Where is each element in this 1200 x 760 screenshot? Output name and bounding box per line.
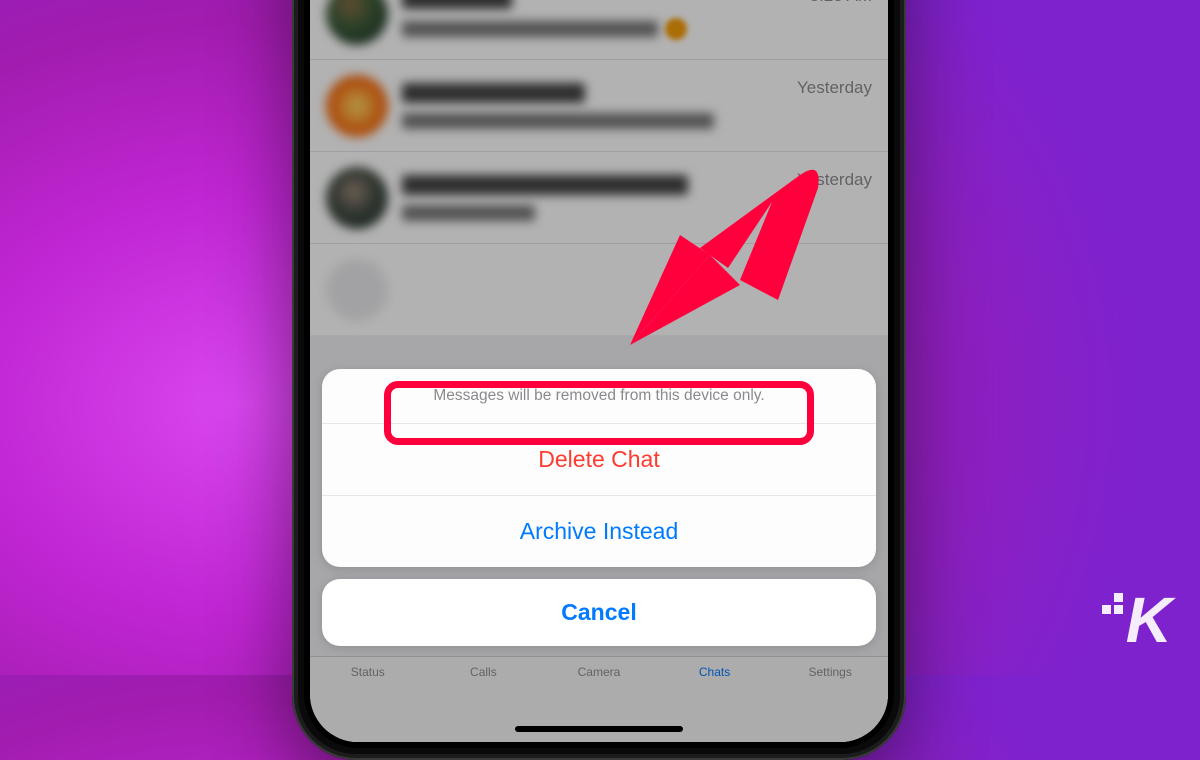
phone-frame: 8:23 AM Yesterday Yesterda (292, 0, 906, 760)
watermark-logo: K (1126, 583, 1170, 657)
cancel-button[interactable]: Cancel (322, 579, 876, 646)
phone-screen: 8:23 AM Yesterday Yesterda (310, 0, 888, 742)
archive-instead-button[interactable]: Archive Instead (322, 496, 876, 567)
watermark-dots-icon (1102, 593, 1130, 621)
phone-bezel: 8:23 AM Yesterday Yesterda (304, 0, 894, 748)
delete-chat-button[interactable]: Delete Chat (322, 424, 876, 496)
action-sheet-title: Messages will be removed from this devic… (322, 369, 876, 424)
home-indicator[interactable] (515, 726, 683, 732)
action-sheet: Messages will be removed from this devic… (322, 369, 876, 646)
watermark-letter: K (1126, 584, 1170, 656)
action-sheet-group: Messages will be removed from this devic… (322, 369, 876, 567)
